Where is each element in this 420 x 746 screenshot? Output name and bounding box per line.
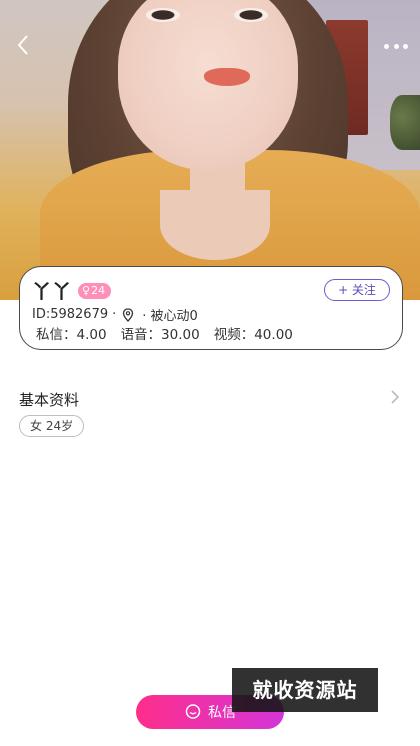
price-voice: 语音：30.00: [120, 327, 200, 343]
profile-card: 丫丫 ♀ 24 + 关注 ID:5982679 · · 被心动0 私信：4.00…: [19, 266, 403, 350]
price-row: 私信：4.00 语音：30.00 视频：40.00: [36, 323, 307, 343]
basic-info-title[interactable]: 基本资料: [19, 389, 79, 410]
photo-lips: [204, 68, 250, 86]
photo-eye-right: [234, 8, 268, 22]
photo-face: [118, 0, 298, 170]
profile-photo: [0, 0, 420, 300]
watermark: 就收资源站: [232, 668, 378, 712]
dot: [403, 43, 408, 49]
photo-background-plant: [390, 95, 420, 150]
chevron-right-icon[interactable]: [390, 389, 400, 409]
id-row: ID:5982679 · · 被心动0: [32, 305, 198, 324]
photo-eye-left: [146, 8, 180, 22]
female-icon: ♀: [82, 283, 91, 297]
liked-count: · 被心动0: [142, 309, 198, 324]
dot: [384, 43, 389, 49]
more-dots-icon[interactable]: [384, 38, 408, 54]
dot: [393, 43, 399, 49]
user-name: 丫丫: [32, 281, 73, 303]
chevron-left-icon[interactable]: [12, 34, 34, 62]
chat-icon: [185, 704, 201, 719]
follow-button[interactable]: + 关注: [324, 279, 390, 301]
price-message: 私信：4.00: [36, 327, 107, 343]
user-id: ID:5982679: [32, 307, 109, 322]
price-video: 视频：40.00: [213, 327, 293, 343]
location-pin-icon: [123, 307, 134, 322]
age-badge: ♀ 24: [78, 282, 112, 299]
age-value: 24: [91, 283, 106, 297]
gender-age-tag: 女 24岁: [19, 415, 85, 437]
separator-dot: ·: [112, 307, 117, 322]
name-row: 丫丫 ♀ 24: [32, 277, 112, 304]
